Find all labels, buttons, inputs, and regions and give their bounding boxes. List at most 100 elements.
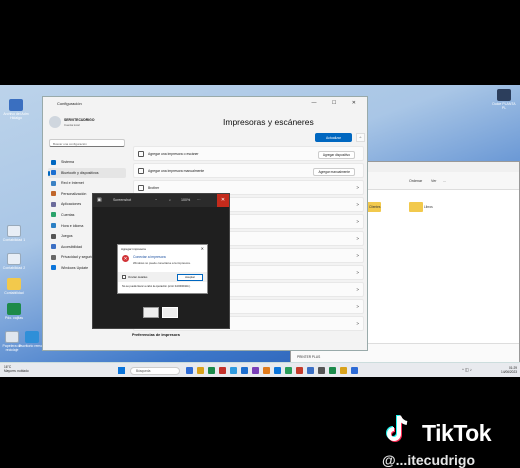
- search-placeholder: Búsqueda: [136, 369, 151, 374]
- document-icon: [7, 225, 21, 237]
- desktop-icon-network[interactable]: Archivo del Adm Hidalgo: [2, 99, 30, 120]
- tiktok-brand: TikTok: [422, 420, 492, 446]
- dialog-button-bar: Ocultar detalles Aceptar: [118, 272, 207, 282]
- thumbnail-strip: [143, 307, 181, 321]
- dialog-title: Agregar impresora: [121, 247, 146, 251]
- nav-icon: [51, 233, 56, 239]
- desktop-icon-folder[interactable]: Contabilidad: [0, 278, 28, 295]
- sidebar-item-label: Windows Update: [61, 265, 89, 270]
- zoom-in-icon[interactable]: ⌕: [169, 198, 171, 202]
- document-icon: [7, 253, 21, 265]
- sidebar-item-2[interactable]: Red e Internet: [48, 178, 126, 189]
- desktop-icon-excel[interactable]: Pdo. cajitas: [0, 303, 28, 320]
- taskbar-app-icon[interactable]: [241, 367, 248, 374]
- taskbar-app-icon[interactable]: [351, 367, 358, 374]
- taskbar-app-icon[interactable]: [186, 367, 193, 374]
- folder-icon[interactable]: [409, 202, 423, 212]
- desktop-icon-label: Contabilidad 1: [2, 238, 26, 242]
- taskbar-app-icon[interactable]: [318, 367, 325, 374]
- tiktok-logo-icon: [386, 415, 408, 442]
- taskbar-app-icon[interactable]: [307, 367, 314, 374]
- user-role: Cuenta local: [64, 123, 80, 127]
- desktop-icon-doc2[interactable]: Contabilidad 2: [0, 253, 28, 270]
- sidebar-item-label: Cuentas: [61, 212, 75, 217]
- printer-card[interactable]: Agregar una impresora o escáner Agregar d…: [133, 146, 364, 161]
- close-button[interactable]: ✕: [217, 194, 229, 207]
- taskbar-app-icon[interactable]: [252, 367, 259, 374]
- sidebar-item-label: Personalización: [61, 191, 87, 196]
- taskbar: 16°C Mayorm. nublado Búsqueda ^ ◫ ♪ 01:2…: [0, 362, 520, 377]
- recycle-bin-icon: [5, 331, 19, 343]
- thumbnail[interactable]: [143, 307, 159, 318]
- sort-button[interactable]: Ordenar: [409, 179, 422, 183]
- folder-label: Clientes: [369, 205, 381, 209]
- taskbar-app-icon[interactable]: [263, 367, 270, 374]
- printer-icon: [138, 168, 144, 174]
- viewer-app-icon: ▣: [97, 197, 102, 203]
- weather-desc: Mayorm. nublado: [4, 368, 29, 373]
- user-profile[interactable]: SERVITECUDRIGO Cuenta local: [49, 115, 127, 131]
- clock[interactable]: 01:29 14/06/2023: [501, 366, 517, 374]
- taskbar-app-icon[interactable]: [329, 367, 336, 374]
- more-icon[interactable]: ···: [197, 198, 201, 202]
- search-placeholder: Buscar una configuración: [53, 141, 87, 146]
- desktop: Archivo del Adm Hidalgo Dulce PLANTA PL …: [0, 85, 520, 377]
- printer-card-label: Brother: [148, 186, 160, 190]
- ok-button[interactable]: Aceptar: [177, 273, 203, 281]
- desktop-icon-top-right[interactable]: Dulce PLANTA PL: [490, 89, 518, 110]
- image-viewer-window[interactable]: ▣ Screenshot − ⌕ 100% ··· ✕ Agregar impr…: [92, 193, 230, 329]
- chevron-right-icon: >: [356, 236, 359, 241]
- settings-titlebar: Configuración — ☐ ✕: [43, 97, 367, 109]
- settings-search-input[interactable]: Buscar una configuración: [49, 139, 125, 147]
- window-controls[interactable]: — ☐ ✕: [312, 100, 363, 106]
- spreadsheet-icon: [7, 303, 21, 315]
- more-button[interactable]: ...: [443, 179, 446, 183]
- taskbar-search-input[interactable]: Búsqueda: [130, 366, 180, 375]
- zoom-out-icon[interactable]: −: [155, 198, 157, 202]
- folder-label: Libros: [424, 205, 433, 209]
- sidebar-item-0[interactable]: Sistema: [48, 157, 126, 168]
- tray-icons[interactable]: ^ ◫ ♪: [462, 367, 472, 372]
- dialog-heading: Conectar a impresora: [133, 255, 166, 259]
- printer-icon: [138, 185, 144, 191]
- details-checkbox[interactable]: [122, 274, 126, 279]
- refresh-button[interactable]: Actualizar: [315, 133, 352, 142]
- taskbar-app-icon[interactable]: [274, 367, 281, 374]
- taskbar-app-icon[interactable]: [296, 367, 303, 374]
- chevron-right-icon: >: [356, 253, 359, 258]
- details-checkbox-label: Ocultar detalles: [128, 275, 148, 279]
- taskbar-app-icon[interactable]: [285, 367, 292, 374]
- error-dialog[interactable]: Agregar impresora ✕ ✕ Conectar a impreso…: [117, 244, 208, 294]
- dialog-message: Windows no puede conectarse a la impreso…: [133, 261, 191, 265]
- dialog-close-icon[interactable]: ✕: [201, 246, 204, 251]
- taskbar-app-icon[interactable]: [340, 367, 347, 374]
- avatar: [49, 116, 61, 128]
- collapse-chevron-icon[interactable]: ^: [356, 133, 365, 142]
- windows-start-icon[interactable]: [118, 367, 125, 374]
- sidebar-item-1[interactable]: Bluetooth y dispositivos: [48, 167, 126, 179]
- chevron-right-icon: >: [356, 304, 359, 309]
- nav-icon: [51, 212, 56, 218]
- taskbar-app-icon[interactable]: [197, 367, 204, 374]
- tiktok-handle: @...itecudrigo: [382, 452, 475, 468]
- taskbar-app-icon[interactable]: [230, 367, 237, 374]
- desktop-icon-label: Contabilidad: [4, 291, 24, 295]
- thumbnail-selected[interactable]: [162, 307, 178, 318]
- printer-card-action-button[interactable]: Agregar manualmente: [313, 167, 355, 176]
- desktop-icon-doc1[interactable]: Contabilidad 1: [0, 225, 28, 242]
- taskbar-app-icon[interactable]: [219, 367, 226, 374]
- taskbar-app-icon[interactable]: [208, 367, 215, 374]
- sidebar-item-label: Bluetooth y dispositivos: [61, 170, 99, 175]
- view-button[interactable]: Ver: [431, 179, 436, 183]
- printer-icon: [138, 151, 144, 157]
- printer-card[interactable]: Agregar una impresora manualmente Agregar…: [133, 163, 364, 178]
- desktop-icon-label: Pdo. cajitas: [4, 316, 24, 320]
- desktop-icon-label: Archivo del Adm Hidalgo: [3, 112, 29, 120]
- dialog-error-detail: No se puede llevar a cabo la operación (…: [122, 285, 191, 288]
- status-item-drive: PRINTER PLUS: [297, 355, 321, 359]
- chevron-right-icon: >: [356, 321, 359, 326]
- printer-card-action-button[interactable]: Agregar dispositivo: [317, 150, 355, 159]
- weather-widget[interactable]: 16°C Mayorm. nublado: [4, 365, 29, 374]
- user-name: SERVITECUDRIGO: [64, 118, 95, 122]
- remote-desktop-icon: [25, 331, 39, 343]
